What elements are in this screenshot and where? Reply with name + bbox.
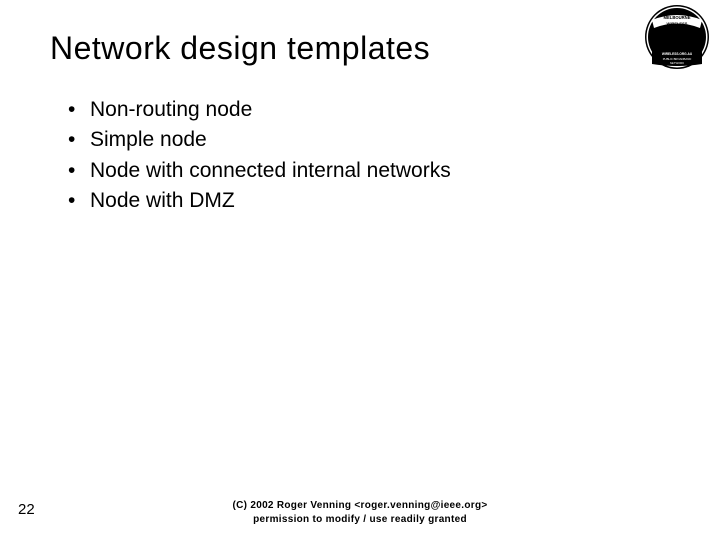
svg-text:MELBOURNE: MELBOURNE: [664, 15, 691, 20]
list-item: •Node with connected internal networks: [68, 156, 670, 186]
svg-text:WIRELESS.ORG.AU: WIRELESS.ORG.AU: [662, 52, 693, 56]
footer-copyright: (C) 2002 Roger Venning <roger.venning@ie…: [0, 499, 720, 513]
slide: MELBOURNE WIRELESS WIRELESS.ORG.AU PUBLI…: [0, 0, 720, 540]
svg-text:NETWORK: NETWORK: [670, 61, 684, 65]
bullet-icon: •: [68, 125, 90, 155]
bullet-icon: •: [68, 156, 90, 186]
bullet-list: •Non-routing node •Simple node •Node wit…: [50, 95, 670, 217]
bullet-text: Simple node: [90, 125, 207, 155]
bullet-text: Node with connected internal networks: [90, 156, 451, 186]
footer: (C) 2002 Roger Venning <roger.venning@ie…: [0, 499, 720, 526]
list-item: •Non-routing node: [68, 95, 670, 125]
list-item: •Node with DMZ: [68, 186, 670, 216]
svg-text:WIRELESS: WIRELESS: [667, 21, 688, 26]
bullet-icon: •: [68, 186, 90, 216]
footer-permission: permission to modify / use readily grant…: [0, 513, 720, 527]
bullet-text: Non-routing node: [90, 95, 252, 125]
slide-title: Network design templates: [50, 30, 670, 67]
logo-melbourne-wireless: MELBOURNE WIRELESS WIRELESS.ORG.AU PUBLI…: [644, 4, 710, 70]
list-item: •Simple node: [68, 125, 670, 155]
bullet-text: Node with DMZ: [90, 186, 235, 216]
bullet-icon: •: [68, 95, 90, 125]
